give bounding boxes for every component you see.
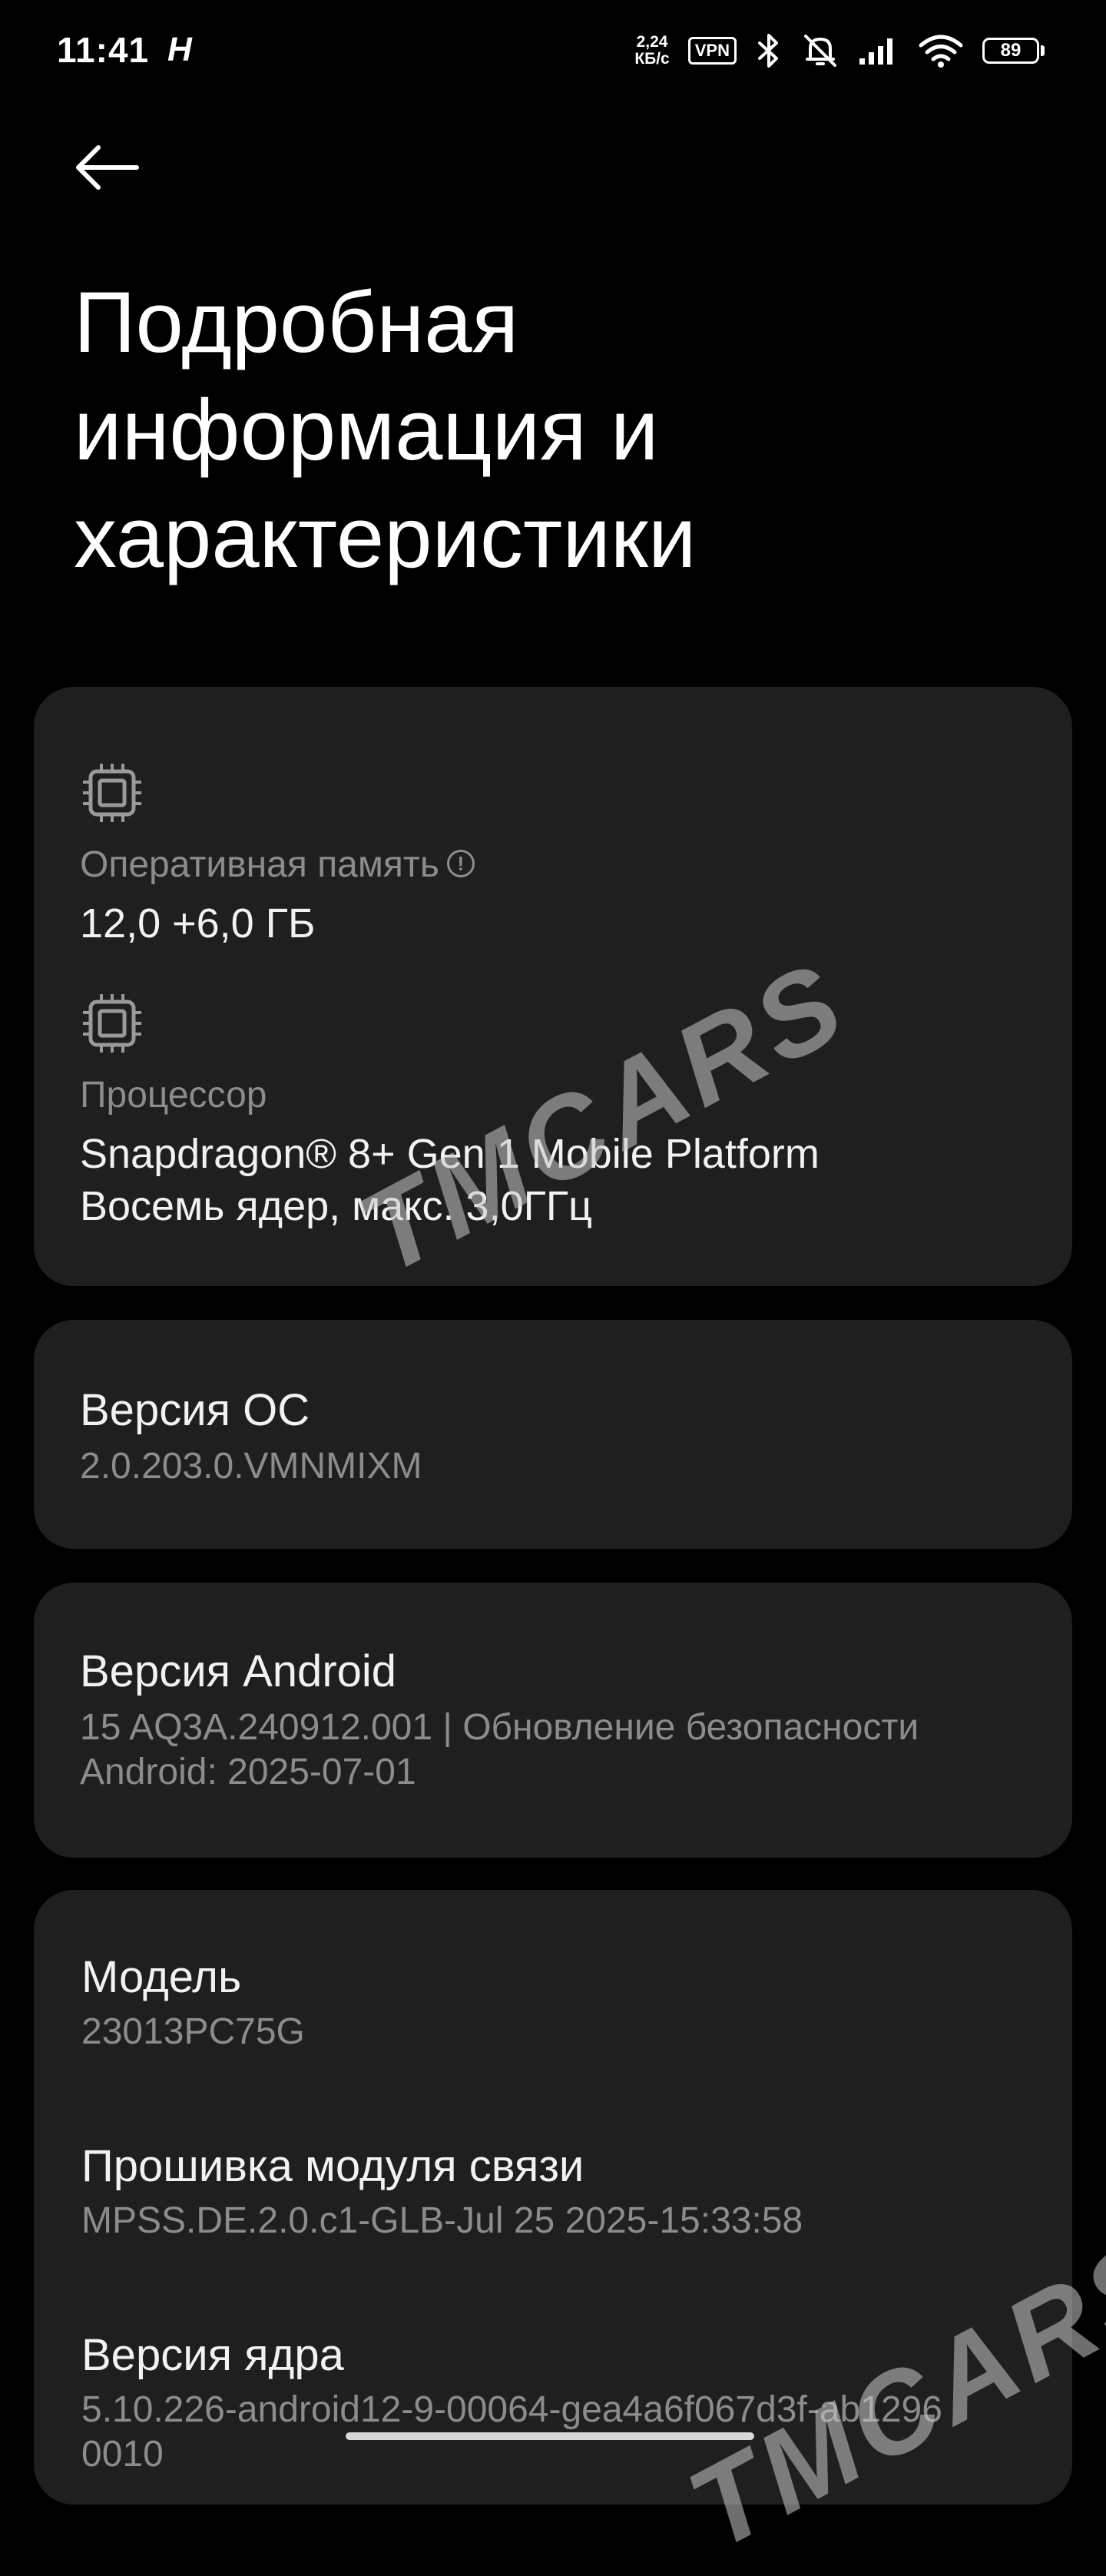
processor-chip-icon	[81, 993, 143, 1054]
cpu-value-line-2: Восемь ядер, макс. 3,0ГГц	[80, 1183, 593, 1229]
model-value: 23013PC75G	[81, 2011, 305, 2052]
android-version-card[interactable]: Версия Android 15 AQ3A.240912.001 | Обно…	[34, 1583, 1072, 1858]
memory-chip-icon	[81, 762, 143, 824]
device-info-card: Модель 23013PC75G Прошивка модуля связи …	[34, 1890, 1072, 2505]
kernel-item[interactable]: Версия ядра 5.10.226-android12-9-00064-g…	[81, 2328, 1041, 2477]
hardware-card: Оперативная память! 12,0 +6,0 ГБ Процесс…	[34, 687, 1072, 1286]
kernel-title: Версия ядра	[81, 2330, 344, 2380]
os-version-value: 2.0.203.0.VMNMIXM	[80, 1446, 422, 1487]
network-speed-value: 2,24	[636, 33, 668, 51]
bluetooth-icon	[755, 32, 783, 69]
battery-level: 89	[982, 38, 1039, 64]
mute-icon	[801, 31, 839, 70]
cpu-value-line-1: Snapdragon® 8+ Gen 1 Mobile Platform	[80, 1131, 820, 1177]
baseband-item[interactable]: Прошивка модуля связи MPSS.DE.2.0.c1-GLB…	[81, 2139, 1026, 2243]
ram-label-row: Оперативная память!	[80, 842, 475, 888]
baseband-value: MPSS.DE.2.0.c1-GLB-Jul 25 2025-15:33:58	[81, 2200, 803, 2241]
ram-label: Оперативная память	[80, 844, 439, 885]
signal-icon	[858, 35, 899, 66]
page-title-line-1: Подробная	[74, 274, 519, 370]
ram-value: 12,0 +6,0 ГБ	[80, 900, 316, 947]
model-title: Модель	[81, 1952, 242, 2002]
page-title-line-3: характеристики	[74, 489, 697, 585]
baseband-title: Прошивка модуля связи	[81, 2141, 584, 2191]
network-speed: 2,24 КБ/с	[634, 34, 669, 68]
status-bar: 11:41 H 2,24 КБ/с VPN 89	[0, 0, 1106, 100]
arrow-left-icon	[74, 143, 140, 196]
status-icons: 2,24 КБ/с VPN 89	[634, 28, 1045, 74]
page-title: Подробная информация и характеристики	[74, 269, 1034, 592]
battery-tip	[1041, 45, 1045, 56]
page-title-line-2: информация и	[74, 382, 659, 478]
network-speed-unit: КБ/с	[634, 50, 670, 68]
wifi-icon	[918, 33, 964, 68]
status-time: 11:41	[57, 30, 150, 70]
app-notification-icon: H	[167, 31, 192, 68]
os-version-card[interactable]: Версия ОС 2.0.203.0.VMNMIXM	[34, 1320, 1072, 1549]
kernel-value-line-1: 5.10.226-android12-9-00064-gea4a6f067d3f…	[81, 2389, 942, 2430]
cpu-label: Процессор	[80, 1075, 267, 1116]
back-button[interactable]	[74, 138, 151, 200]
android-version-value-line-2: Android: 2025-07-01	[80, 1752, 416, 1792]
battery-icon: 89	[982, 38, 1045, 64]
home-indicator[interactable]	[346, 2432, 754, 2440]
android-version-value-line-1: 15 AQ3A.240912.001 | Обновление безопасн…	[80, 1707, 919, 1748]
info-icon[interactable]: !	[446, 850, 475, 878]
os-version-title: Версия ОС	[80, 1385, 310, 1435]
android-version-title: Версия Android	[80, 1646, 397, 1696]
model-item[interactable]: Модель 23013PC75G	[81, 1950, 1026, 2054]
vpn-badge: VPN	[687, 37, 737, 65]
